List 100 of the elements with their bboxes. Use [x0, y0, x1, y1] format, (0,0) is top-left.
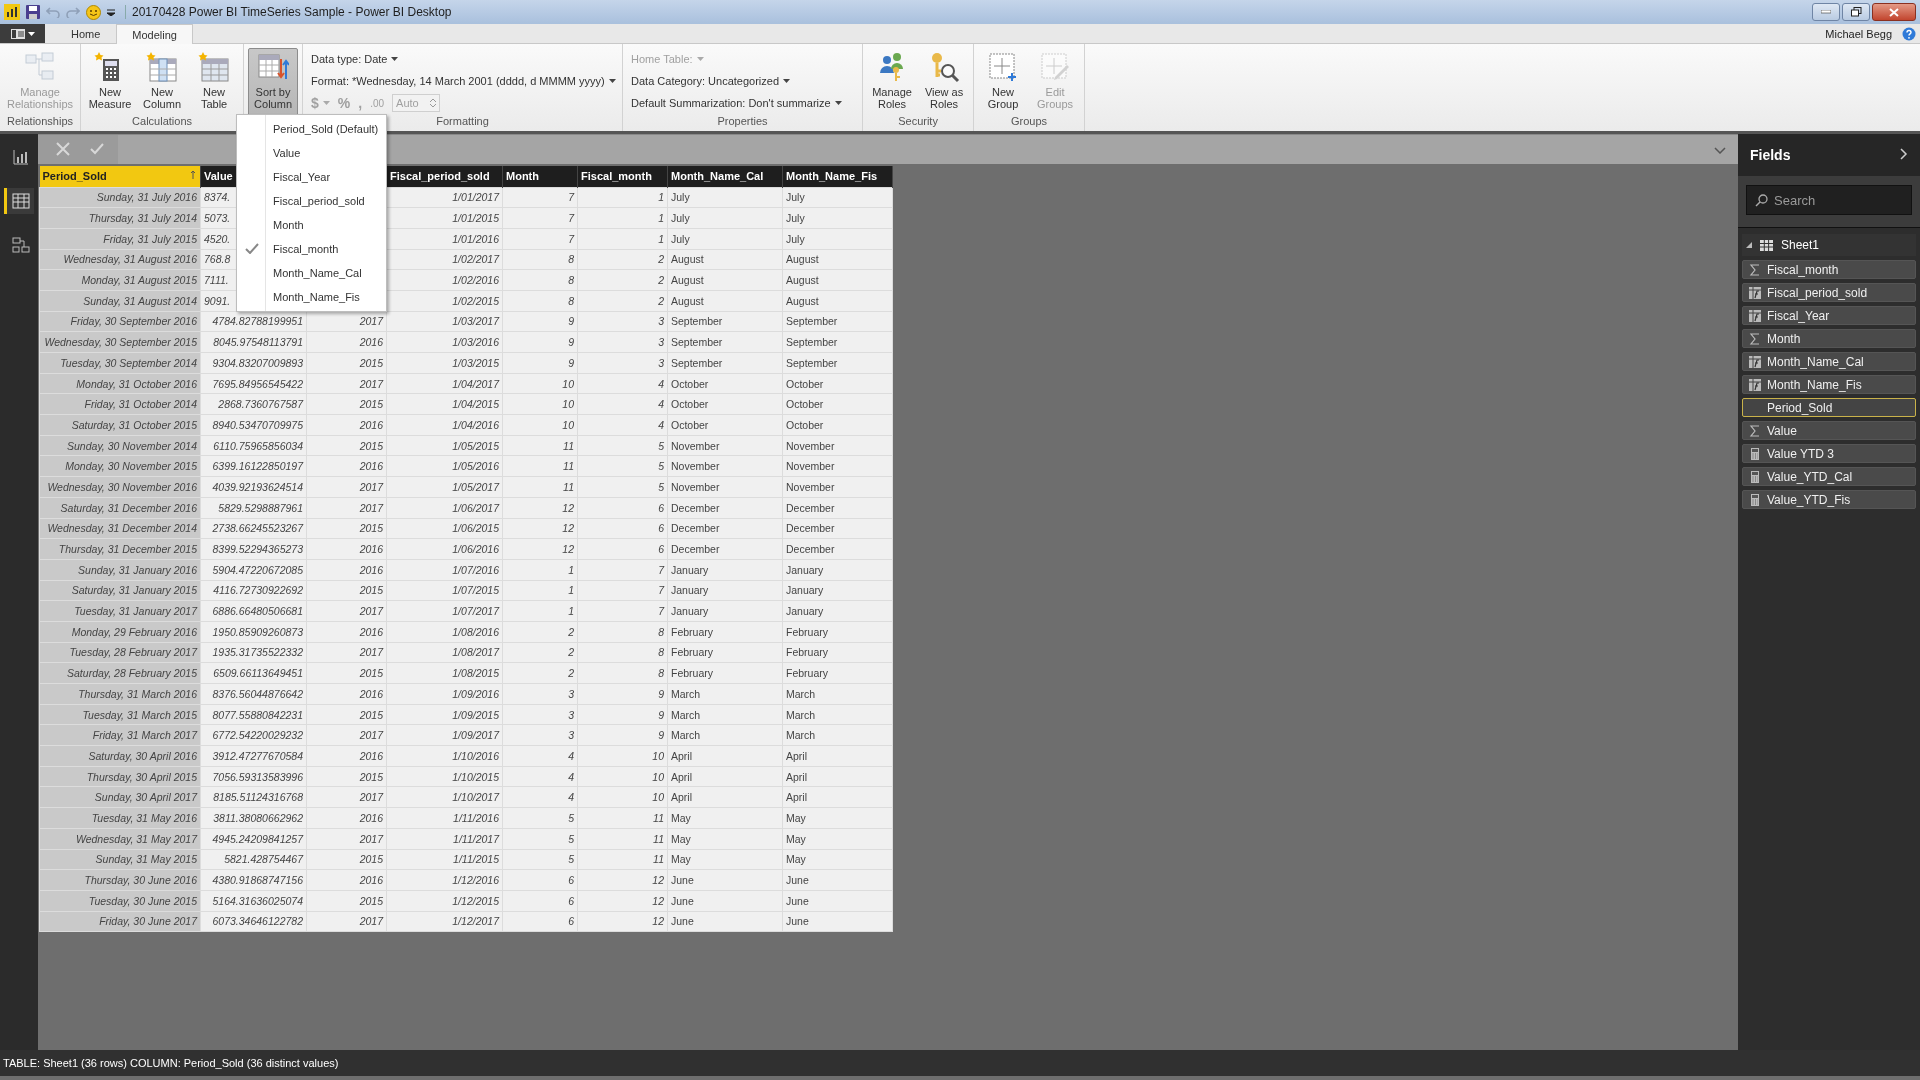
table-cell: Thursday, 30 April 2015 [39, 766, 201, 787]
chevron-right-icon [1900, 148, 1908, 160]
field-item[interactable]: Fiscal_period_sold [1742, 283, 1916, 302]
menu-item[interactable]: Fiscal_Year [237, 165, 386, 189]
column-header[interactable]: Month_Name_Cal [667, 166, 783, 187]
menu-tab[interactable]: Home [55, 24, 117, 43]
calculated-column-icon [1749, 355, 1761, 368]
table-cell: Tuesday, 30 June 2015 [39, 890, 201, 912]
table-cell: Thursday, 31 March 2016 [39, 683, 201, 705]
caret-icon [27, 31, 35, 36]
calculated-column-icon [1749, 286, 1761, 299]
bar-chart-icon [11, 148, 30, 166]
save-icon[interactable] [26, 5, 40, 19]
restore-button[interactable] [1842, 3, 1870, 21]
user-name: Michael Begg [1825, 27, 1892, 40]
table-cell: Tuesday, 28 February 2017 [39, 642, 201, 663]
caret-icon [608, 79, 616, 83]
table-cell: Monday, 31 August 2015 [39, 269, 201, 291]
table-cell: Tuesday, 31 March 2015 [39, 704, 201, 725]
property-dropdown[interactable]: Default Summarization: Don't summarize [631, 94, 842, 112]
group-label: Formatting [436, 115, 489, 127]
table-cell: July [667, 187, 783, 208]
close-button[interactable] [1872, 3, 1916, 21]
key-magnifier-button[interactable]: View as Roles [919, 48, 970, 113]
menu-tab[interactable]: Modeling [116, 24, 193, 44]
table-node[interactable]: Sheet1 [1742, 234, 1916, 256]
grid-pencil-icon [1039, 51, 1072, 83]
field-item[interactable]: Month_Name_Fis [1742, 375, 1916, 394]
expand-icon [1746, 242, 1752, 248]
caret-icon [696, 57, 704, 61]
group-label: Security [898, 115, 938, 127]
group-label: Calculations [132, 115, 192, 127]
table-cell: Sunday, 30 April 2017 [39, 786, 201, 808]
table-cell: Monday, 31 October 2016 [39, 373, 201, 394]
format-dropdown[interactable]: Format: *Wednesday, 14 March 2001 (dddd, d MMMM yyyy) [311, 72, 616, 90]
column-header[interactable]: Fiscal_period_sold [386, 166, 503, 187]
column-header[interactable]: Fiscal_month [577, 166, 668, 187]
collapse-button[interactable] [1900, 148, 1908, 162]
table-cell: Sunday, 31 January 2016 [39, 559, 201, 581]
table-name: Sheet1 [1781, 238, 1820, 252]
help-icon[interactable] [1902, 26, 1916, 41]
search-field[interactable]: Search [1746, 185, 1912, 215]
smiley-icon[interactable] [86, 4, 101, 20]
table-cell: Wednesday, 31 December 2014 [39, 518, 201, 539]
app-icon[interactable] [4, 4, 20, 20]
table-button[interactable]: New Column [137, 48, 188, 113]
table-cell: Wednesday, 30 November 2016 [39, 476, 201, 498]
customize-icon[interactable] [107, 8, 115, 16]
diagram-icon [11, 236, 30, 254]
table-cell: Saturday, 30 April 2016 [39, 745, 201, 767]
table-cell: Wednesday, 30 September 2015 [39, 331, 201, 353]
table-cell: Friday, 30 June 2017 [39, 911, 201, 932]
calculator-icon [1749, 493, 1761, 506]
field-item[interactable]: Fiscal_month [1742, 260, 1916, 279]
table-cell: Saturday, 28 February 2015 [39, 662, 201, 684]
menu-item[interactable]: Value [237, 141, 386, 165]
table-cell: July [782, 187, 893, 208]
calculator-icon [1749, 447, 1761, 460]
property-dropdown[interactable]: Data Category: Uncategorized [631, 72, 842, 90]
grid-button[interactable]: New Group [978, 48, 1029, 113]
field-item[interactable]: Value_YTD_Cal [1742, 467, 1916, 486]
field-item[interactable]: Month [1742, 329, 1916, 348]
column-header[interactable]: Period_Sold [39, 166, 201, 187]
data-type-dropdown[interactable]: Data type: Date [311, 50, 616, 68]
table-cell: Wednesday, 31 May 2017 [39, 828, 201, 849]
sigma-icon [1749, 424, 1761, 437]
table-cell: 7 [502, 187, 578, 208]
table-icon [11, 192, 30, 210]
column-header[interactable]: Month [502, 166, 578, 187]
table-cell: Sunday, 30 November 2014 [39, 435, 201, 456]
status-bar: TABLE: Sheet1 (36 rows) COLUMN: Period_Sold (36 distinct values) [0, 1050, 1920, 1076]
table-icon [146, 51, 179, 83]
field-item[interactable]: Fiscal_Year [1742, 306, 1916, 325]
table-cell: Tuesday, 31 May 2016 [39, 807, 201, 829]
spinner-icon [430, 98, 437, 108]
table-cell: Saturday, 31 January 2015 [39, 580, 201, 601]
table-cell: Tuesday, 31 January 2017 [39, 600, 201, 622]
field-item[interactable]: Value YTD 3 [1742, 444, 1916, 463]
file-menu-button[interactable] [0, 24, 45, 43]
restore-icon [1850, 7, 1862, 17]
field-item[interactable]: Value_YTD_Fis [1742, 490, 1916, 509]
table-cell: Friday, 31 October 2014 [39, 393, 201, 415]
people-button[interactable]: Manage Roles [867, 48, 918, 113]
group-label: Groups [1011, 115, 1048, 127]
table-cell: Friday, 30 September 2016 [39, 311, 201, 332]
window-title: 20170428 Power BI TimeSeries Sample - Power BI Desktop [125, 5, 452, 19]
table-cell: 1/01/2017 [386, 187, 503, 208]
table-cell: Monday, 29 February 2016 [39, 621, 201, 643]
table-view-button[interactable] [4, 188, 34, 214]
table-cell: Saturday, 31 October 2015 [39, 414, 201, 436]
table-cell: Sunday, 31 July 2016 [39, 187, 201, 208]
menu-icon [10, 28, 25, 39]
table-button[interactable]: New Table [189, 48, 240, 113]
field-item[interactable]: Value [1742, 421, 1916, 440]
field-item[interactable]: Month_Name_Cal [1742, 352, 1916, 371]
table-cell: Friday, 31 March 2017 [39, 724, 201, 746]
field-item[interactable]: Period_Sold [1742, 398, 1916, 417]
calculator-button[interactable]: New Measure [85, 48, 136, 113]
table-icon [198, 51, 231, 83]
column-header[interactable]: Month_Name_Fis [782, 166, 893, 187]
